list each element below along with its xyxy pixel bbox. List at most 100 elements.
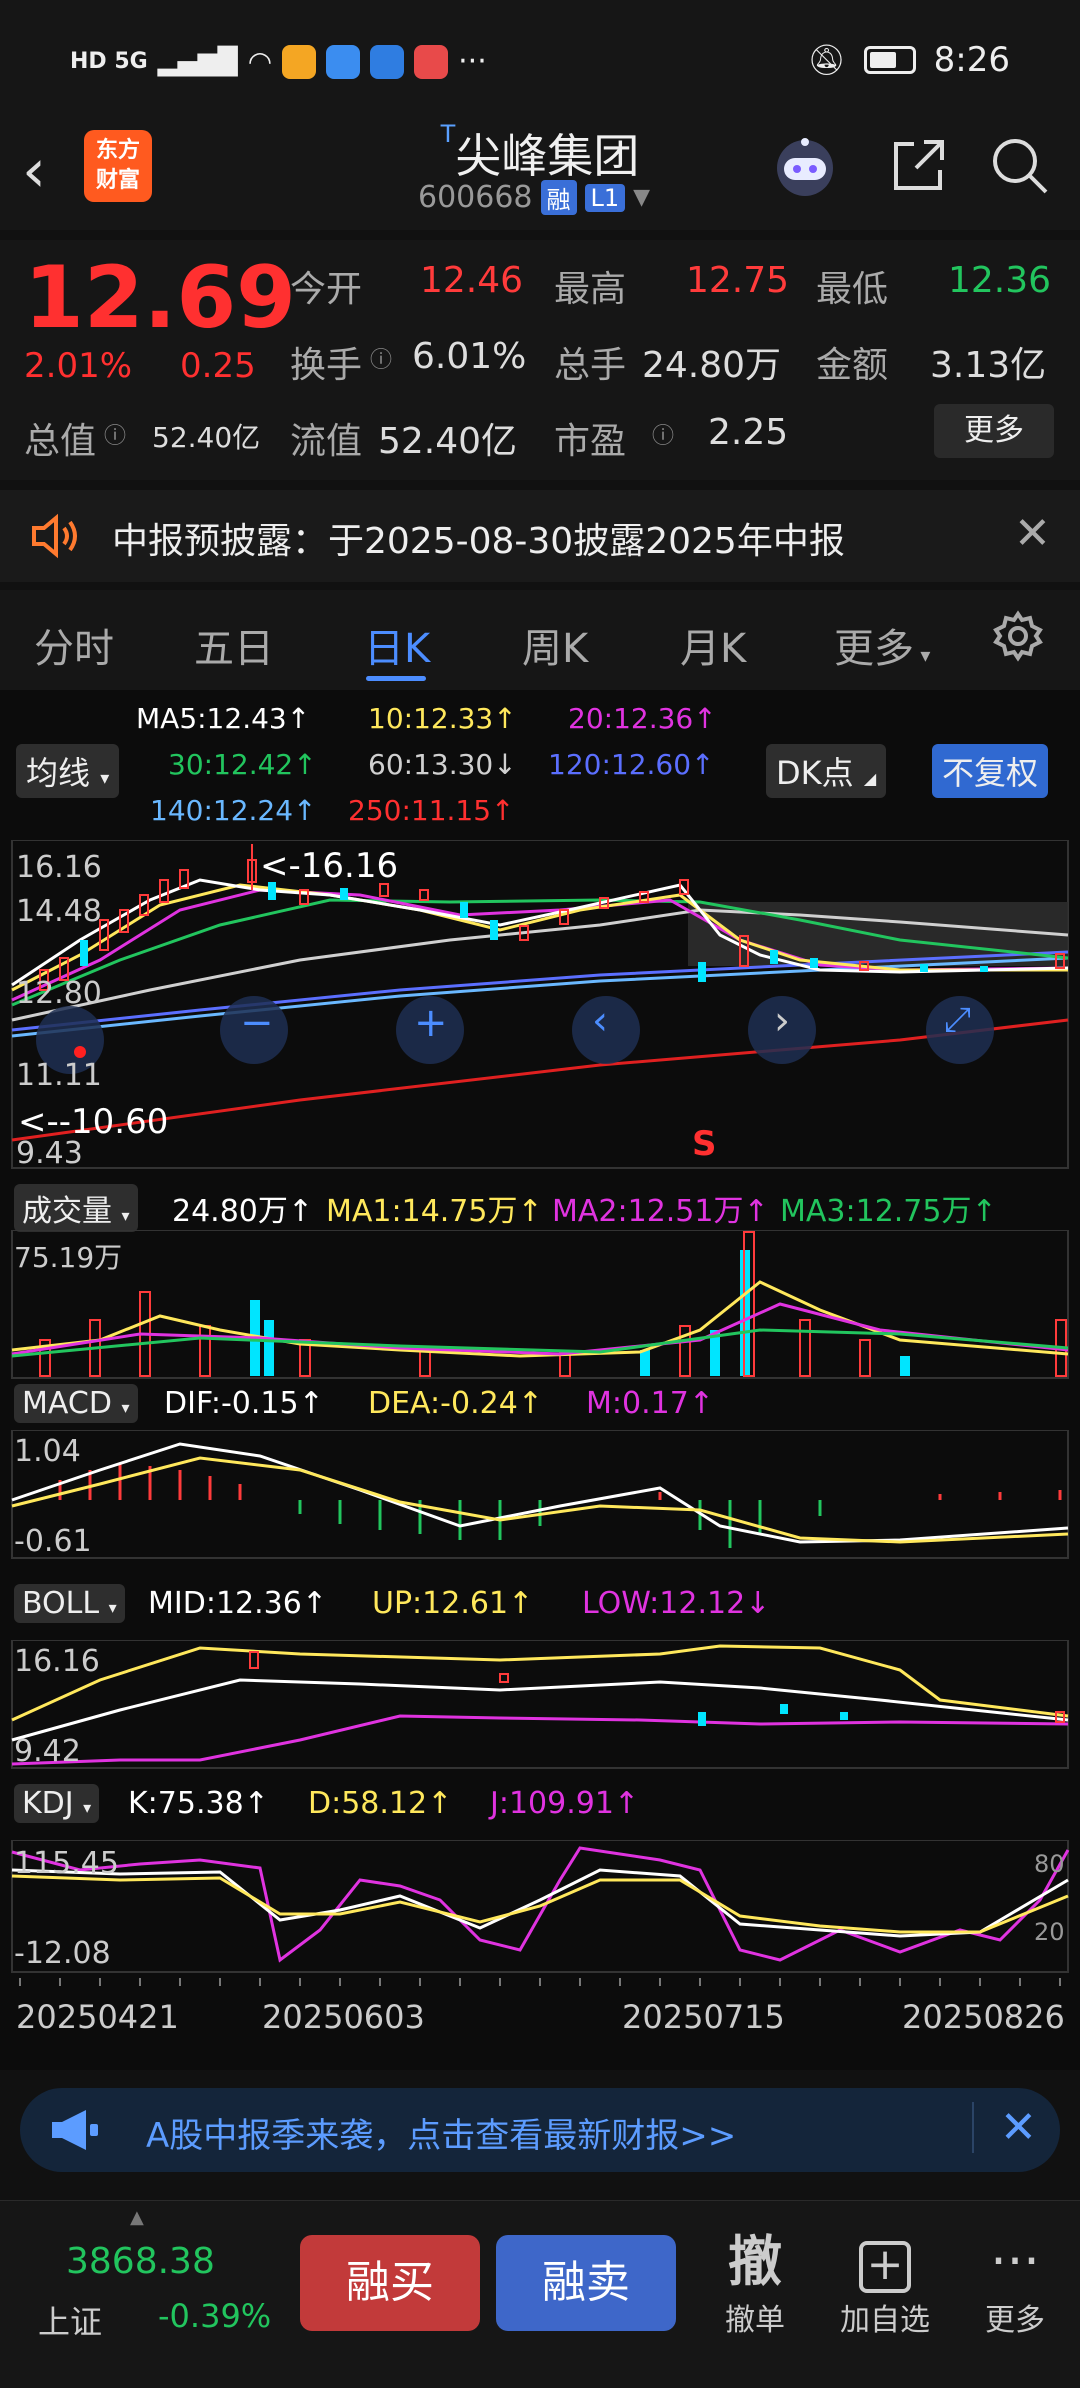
open-value: 12.46 [420,260,524,301]
boll-axis-bottom: 9.42 [14,1734,81,1769]
battery-icon [863,46,916,74]
dk-label: DK点 [776,754,854,792]
tab-daily-k[interactable]: 日K [364,616,430,674]
close-icon[interactable]: ✕ [1014,508,1051,559]
high-label: 最高 [554,269,627,310]
high-value: 12.75 [686,260,790,301]
cancel-order-label: 撤单 [725,2303,785,2338]
boll-selector[interactable]: BOLL ▾ [14,1584,125,1623]
sell-signal-marker: S [692,1124,717,1164]
browser-app-icon [326,44,361,79]
index-change: -0.39% [158,2297,272,2335]
tab-intraday[interactable]: 分时 [34,616,114,674]
chart-controls [36,996,994,1074]
caret-down-icon: ▾ [108,1598,117,1617]
chevron-down-icon: ▼ [633,185,651,210]
boll-up: UP:12.61↑ [372,1586,534,1621]
change-amount: 0.25 [180,346,256,386]
zoom-out-icon[interactable]: − [240,1000,274,1046]
ma120-value: 120:12.60↑ [548,748,715,781]
price-axis-3: 12.80 [16,976,102,1011]
tab-more-label: 更多 [834,626,914,672]
more-quote-button[interactable]: 更多 [934,404,1054,458]
macd-m: M:0.17↑ [586,1386,714,1421]
info-icon[interactable]: ⓘ [652,418,674,450]
market-cap-label: 总值 [24,421,97,462]
banner-text: A股中报季来袭，点击查看最新财报>> [146,2116,737,2156]
search-icon[interactable] [984,130,1054,200]
volume-total-label: 总手 [554,345,627,386]
macd-selector[interactable]: MACD ▾ [14,1384,138,1423]
settings-gear-icon[interactable] [990,608,1046,668]
boll-chart [11,1640,1069,1769]
ma-selector[interactable]: 均线 ▾ [16,744,120,798]
macd-axis-bottom: -0.61 [14,1524,92,1559]
close-icon[interactable]: ✕ [972,2102,1037,2153]
macd-axis-top: 1.04 [14,1434,81,1469]
fullscreen-icon[interactable]: ⤢ [944,1000,971,1040]
bottom-trade-bar: ▲ 3868.38 上证 -0.39% 融买 融卖 撤 撤单 + 加自选 ···… [0,2200,1080,2388]
scroll-right-icon[interactable]: › [774,998,790,1044]
adjust-selector[interactable]: 不复权 [932,744,1049,798]
active-tab-underline [366,676,426,681]
robot-assistant-icon[interactable] [770,130,840,200]
volume-ma2: MA2:12.51万↑ [552,1194,769,1229]
zoom-in-icon[interactable]: + [414,1000,448,1046]
pe-label: 市盈 [554,421,627,462]
caret-down-icon: ▾ [914,643,931,667]
rong-badge: 融 [540,180,577,215]
stock-name: 尖峰集团 [455,129,640,183]
volume-chart [11,1230,1069,1379]
notice-bar[interactable]: 中报预披露：于2025-08-30披露2025年中报 ✕ [0,490,1080,582]
boll-mid: MID:12.36↑ [148,1586,327,1621]
expand-up-icon[interactable]: ▲ [130,2207,144,2228]
kdj-j: J:109.91↑ [490,1786,640,1821]
kdj-chart [11,1840,1070,1986]
signal-icon: ▂▄▆█ [157,46,238,77]
scroll-left-icon[interactable]: ‹ [592,998,608,1044]
tab-five-day[interactable]: 五日 [194,616,274,674]
volume-value: 24.80万↑ [172,1194,314,1229]
kline-chart-area[interactable]: MA5:12.43↑ 10:12.33↑ 20:12.36↑ 均线 ▾ 30:1… [0,690,1080,2070]
market-cap-value: 52.40亿 [152,421,261,454]
margin-sell-button[interactable]: 融卖 [496,2235,676,2331]
price-axis-4: 11.11 [16,1058,102,1093]
low-value: 12.36 [948,260,1052,301]
add-watchlist-icon: + [830,2229,940,2295]
low-label: 最低 [816,269,889,310]
caret-down-icon: ▾ [83,1798,92,1817]
amount-label: 金额 [816,345,889,386]
earnings-banner[interactable]: A股中报季来袭，点击查看最新财报>> ✕ [20,2088,1060,2172]
wifi-icon: ◠ [247,45,273,78]
share-icon[interactable] [884,130,954,200]
level-badge: L1 [584,183,626,212]
tab-weekly-k[interactable]: 周K [522,616,588,674]
macd-selector-label: MACD [22,1386,112,1421]
dk-point-selector[interactable]: DK点 ◢ [766,744,887,798]
volume-selector[interactable]: 成交量 ▾ [14,1184,138,1232]
kdj-selector[interactable]: KDJ ▾ [14,1784,100,1823]
network-indicator: HD 5G [70,49,148,74]
date-label-4: 20250826 [902,1998,1065,2036]
boll-selector-label: BOLL [22,1586,100,1621]
ma60-value: 60:13.30↓ [368,748,517,781]
ma-selector-label: 均线 [26,754,91,792]
ma250-value: 250:11.15↑ [348,794,515,827]
info-icon[interactable]: ⓘ [104,418,126,450]
add-watchlist-button[interactable]: + 加自选 [830,2229,940,2339]
tab-monthly-k[interactable]: 月K [680,616,746,674]
date-label-3: 20250715 [622,1998,785,2036]
weibo-app-icon [282,44,317,79]
index-value[interactable]: 3868.38 [66,2241,215,2282]
more-actions-button[interactable]: ··· 更多 [960,2229,1070,2339]
boll-axis-top: 16.16 [14,1644,100,1679]
float-cap-label: 流值 [290,421,363,462]
cancel-order-button[interactable]: 撤 撤单 [700,2229,810,2339]
ma5-value: MA5:12.43↑ [136,702,311,735]
volume-selector-label: 成交量 [22,1194,112,1229]
stock-code-row[interactable]: 600668 融 L1 ▼ [418,180,650,215]
margin-buy-button[interactable]: 融买 [300,2235,480,2331]
clock: 8:26 [933,40,1010,80]
tab-more[interactable]: 更多 ▾ [834,616,930,674]
info-icon[interactable]: ⓘ [370,342,392,374]
